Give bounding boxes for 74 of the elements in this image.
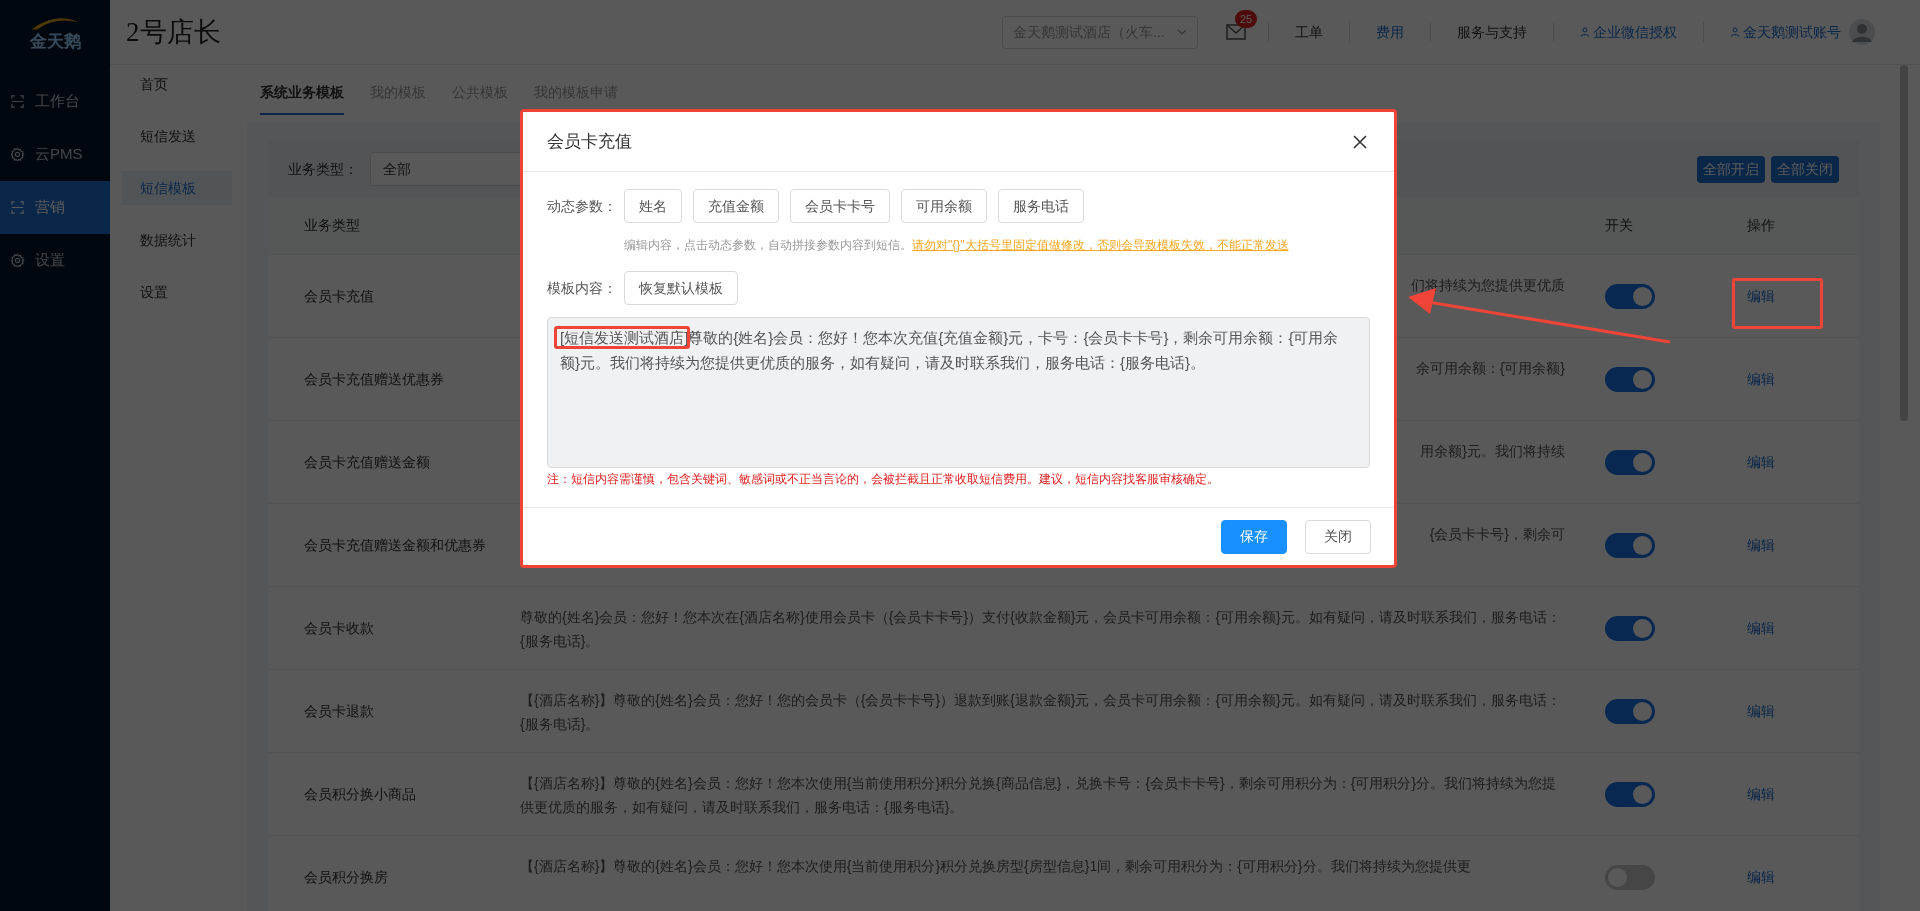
dialog-title: 会员卡充值 [547, 130, 632, 153]
table-cell-text: 会员积分换房 [303, 867, 389, 887]
nav-link[interactable]: 费用 [1350, 21, 1430, 43]
hint-text: 编辑内容，点击动态参数，自动拼接参数内容到短信。 [624, 237, 912, 254]
table-cell-text: 会员卡充值赠送优惠券 [303, 369, 445, 389]
warning-note: 注：短信内容需谨慎，包含关键词、敏感词或不正当言论的，会被拦截且正常收取短信费用。建议，短信内容找客服审核确定。 [547, 471, 1220, 488]
table-cell: 们将持续为您提供更优质 [1411, 277, 1565, 293]
table-cell: 余可用余额：{可用余额} [1415, 360, 1565, 376]
field-label: 模板内容： [547, 278, 613, 298]
column-header: 开关 [1604, 216, 1634, 235]
nav-item[interactable]: 短信模板 [122, 171, 232, 205]
field-label: 业务类型： [288, 159, 358, 179]
table-cell-text: 会员卡充值赠送金额和优惠券 [303, 535, 487, 555]
logo-text: 金天鹅 [29, 33, 81, 50]
edit-link[interactable]: 编辑 [1747, 368, 1775, 390]
table-cell: 用余额}元。我们将持续 [1420, 443, 1565, 459]
scan-icon [10, 94, 25, 109]
count-badge: 25 [1235, 10, 1258, 28]
mail-icon [1226, 24, 1246, 40]
sidebar-item[interactable]: 营销 [0, 181, 110, 234]
close-dialog-button[interactable]: 关闭 [1305, 519, 1371, 554]
gear-icon [10, 147, 25, 162]
param-button[interactable]: 姓名 [624, 189, 682, 223]
user-icon [1730, 27, 1740, 37]
warning-link[interactable]: 请勿对"{}"大括号里固定值做修改，否则会导致模板失效，不能正常发送 [912, 236, 1289, 254]
table-cell-text: 会员积分换小商品 [303, 784, 417, 804]
mail-button[interactable] [1226, 24, 1246, 40]
table-cell-text: 会员卡退款 [303, 701, 375, 721]
nav-link[interactable]: 服务与支持 [1431, 21, 1553, 43]
tab[interactable]: 系统业务模板 [260, 82, 344, 115]
toggle-switch[interactable] [1605, 449, 1655, 475]
toggle-switch[interactable] [1605, 781, 1655, 807]
toggle-switch[interactable] [1605, 366, 1655, 392]
sidebar-item[interactable]: 云PMS [0, 128, 110, 181]
template-textarea[interactable]: [短信发送测试酒店]尊敬的{姓名}会员：您好！您本次充值{充值金额}元，卡号：{会员卡卡号}，剩余可用余额：{可用余额}元。我们将持续为您提供更优质的服务，如有疑问，请及时联系我们，服务电话：{服务电话}。 [547, 317, 1370, 468]
param-button[interactable]: 会员卡卡号 [790, 189, 890, 223]
toggle-switch[interactable] [1605, 615, 1655, 641]
bulk-button[interactable]: 全部开启 [1697, 155, 1765, 183]
toggle-switch[interactable] [1605, 698, 1655, 724]
table-cell-text: 会员卡充值赠送金额 [303, 452, 431, 472]
edit-link[interactable]: 编辑 [1747, 700, 1775, 722]
caret-icon [1177, 29, 1187, 35]
edit-link[interactable]: 编辑 [1747, 534, 1775, 556]
table-cell: 【{酒店名称}】尊敬的{姓名}会员：您好！您本次使用{当前使用积分}积分兑换房型{房型信息}1间，剩余可用积分为：{可用积分}分。我们将持续为您提供更 [520, 858, 1471, 874]
edit-link[interactable]: 编辑 [1747, 617, 1775, 639]
nav-link[interactable]: 企业微信授权 [1554, 21, 1703, 43]
restore-button[interactable]: 恢复默认模板 [624, 271, 738, 305]
edit-link[interactable]: 编辑 [1747, 866, 1775, 888]
scan-icon [10, 200, 25, 215]
edit-link[interactable]: 编辑 [1747, 783, 1775, 805]
column-header: 业务类型 [303, 216, 361, 235]
gear-icon [10, 253, 25, 268]
edit-link[interactable]: 编辑 [1747, 285, 1775, 307]
param-button[interactable]: 服务电话 [998, 189, 1084, 223]
close-icon [1353, 134, 1367, 149]
column-header: 操作 [1746, 216, 1776, 235]
user-icon [1580, 27, 1590, 37]
param-button[interactable]: 充值金额 [693, 189, 779, 223]
table-cell-text: 会员卡收款 [303, 618, 375, 638]
nav-item[interactable]: 短信发送 [122, 119, 232, 153]
nav-item[interactable]: 设置 [122, 275, 232, 309]
save-button[interactable]: 保存 [1221, 519, 1287, 554]
app-title: 2号店长 [126, 15, 221, 49]
nav-item[interactable]: 首页 [122, 67, 232, 101]
bulk-button[interactable]: 全部关闭 [1771, 155, 1839, 183]
nav-link[interactable]: 工单 [1269, 21, 1349, 43]
avatar [1849, 19, 1875, 45]
param-button[interactable]: 可用余额 [901, 189, 987, 223]
toggle-switch[interactable] [1605, 283, 1655, 309]
nav-item[interactable]: 数据统计 [122, 223, 232, 257]
table-cell-text: 会员卡充值 [303, 286, 375, 306]
field-label: 动态参数： [547, 196, 613, 216]
edit-link[interactable]: 编辑 [1747, 451, 1775, 473]
toggle-switch[interactable] [1605, 532, 1655, 558]
